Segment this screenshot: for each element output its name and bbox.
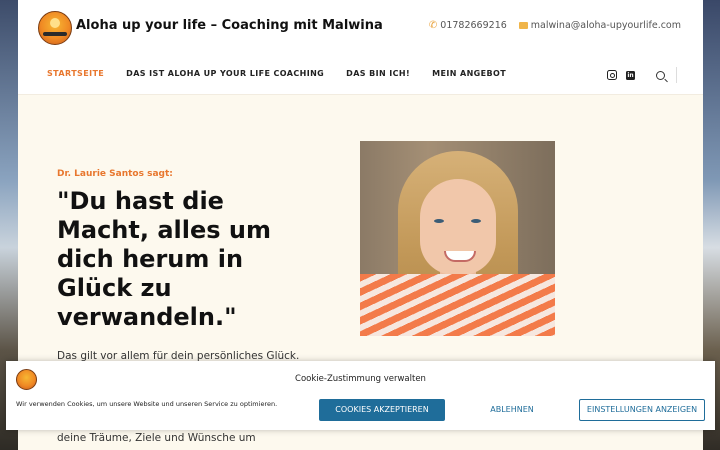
- search-icon[interactable]: [656, 70, 665, 80]
- phone-icon: ✆: [428, 20, 438, 31]
- nav-item-mein-angebot[interactable]: MEIN ANGEBOT: [432, 69, 506, 78]
- email-link[interactable]: malwina@aloha-upyourlife.com: [518, 20, 681, 31]
- hero-quote: "Du hast die Macht, alles um dich herum …: [57, 187, 271, 331]
- main-navigation: STARTSEITE DAS IST ALOHA UP YOUR LIFE CO…: [18, 54, 703, 95]
- site-logo[interactable]: [38, 11, 72, 45]
- nav-item-das-ist-aloha[interactable]: DAS IST ALOHA UP YOUR LIFE COACHING: [126, 69, 324, 78]
- hero-eyebrow: Dr. Laurie Santos sagt:: [57, 169, 173, 179]
- nav-divider: [676, 67, 677, 83]
- logo-sun-shape: [50, 18, 60, 28]
- nav-icons: in: [607, 67, 677, 83]
- mail-icon: [518, 22, 528, 29]
- cookie-banner: Cookie-Zustimmung verwalten Wir verwende…: [6, 361, 715, 430]
- hero-subtext-partial: deine Träume, Ziele und Wünsche um: [57, 432, 256, 444]
- phone-link[interactable]: ✆ 01782669216: [429, 20, 507, 31]
- cookie-settings-button[interactable]: EINSTELLUNGEN ANZEIGEN: [579, 399, 705, 421]
- email-address: malwina@aloha-upyourlife.com: [530, 20, 681, 31]
- site-title[interactable]: Aloha up your life – Coaching mit Malwin…: [76, 18, 383, 33]
- portrait-photo: [360, 141, 555, 336]
- cookie-banner-text: Wir verwenden Cookies, um unsere Website…: [16, 400, 278, 408]
- accept-cookies-button[interactable]: COOKIES AKZEPTIEREN: [319, 399, 445, 421]
- portrait-shirt: [360, 274, 555, 336]
- deny-cookies-button[interactable]: ABLEHNEN: [452, 399, 572, 421]
- top-header: Aloha up your life – Coaching mit Malwin…: [18, 0, 703, 54]
- linkedin-icon[interactable]: in: [626, 70, 635, 80]
- contact-info: ✆ 01782669216 malwina@aloha-upyourlife.c…: [429, 20, 681, 31]
- nav-item-startseite[interactable]: STARTSEITE: [47, 69, 104, 78]
- nav-menu: STARTSEITE DAS IST ALOHA UP YOUR LIFE CO…: [47, 69, 506, 78]
- nav-item-das-bin-ich[interactable]: DAS BIN ICH!: [346, 69, 410, 78]
- phone-number: 01782669216: [440, 20, 507, 31]
- instagram-icon[interactable]: [607, 70, 617, 80]
- portrait-eye-right: [471, 219, 481, 223]
- portrait-eye-left: [434, 219, 444, 223]
- logo-wave-shape: [43, 32, 67, 36]
- cookie-banner-title: Cookie-Zustimmung verwalten: [295, 374, 426, 384]
